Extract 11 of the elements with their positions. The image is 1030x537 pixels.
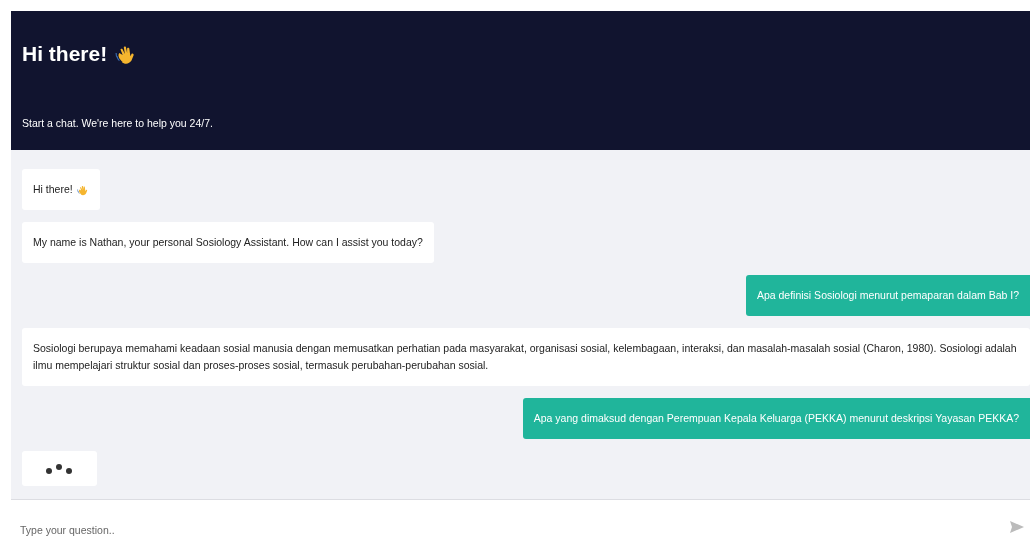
bot-message: Sosiologi berupaya memahami keadaan sosial manusia dengan memusatkan perhatian pada masyarakat, organisasi sosial, kelembagaan, interaksi, dan masalah-masalah sosial (Charon, 1980). Sosiologi adalah ilmu mempelajari struktur sosial dan proses-proses sosial, termasuk perubahan-perubahan sosial. xyxy=(22,328,1030,386)
typing-dots-icon xyxy=(44,461,75,476)
question-input[interactable]: Type your question.. xyxy=(20,523,1010,537)
header-subtitle: Start a chat. We're here to help you 24/7. xyxy=(22,117,214,129)
bot-message: Hi there! xyxy=(22,169,100,210)
send-button[interactable] xyxy=(1010,521,1024,533)
send-icon xyxy=(1010,521,1024,533)
user-message: Apa definisi Sosiologi menurut pemaparan dalam Bab I? xyxy=(745,275,1030,316)
user-message: Apa yang dimaksud dengan Perempuan Kepala Keluarga (PEKKA) menurut deskripsi Yayasan PEKKA? xyxy=(522,398,1030,439)
header-title: Hi there! xyxy=(22,42,108,66)
bot-message: My name is Nathan, your personal Sosiology Assistant. How can I assist you today? xyxy=(22,222,434,263)
